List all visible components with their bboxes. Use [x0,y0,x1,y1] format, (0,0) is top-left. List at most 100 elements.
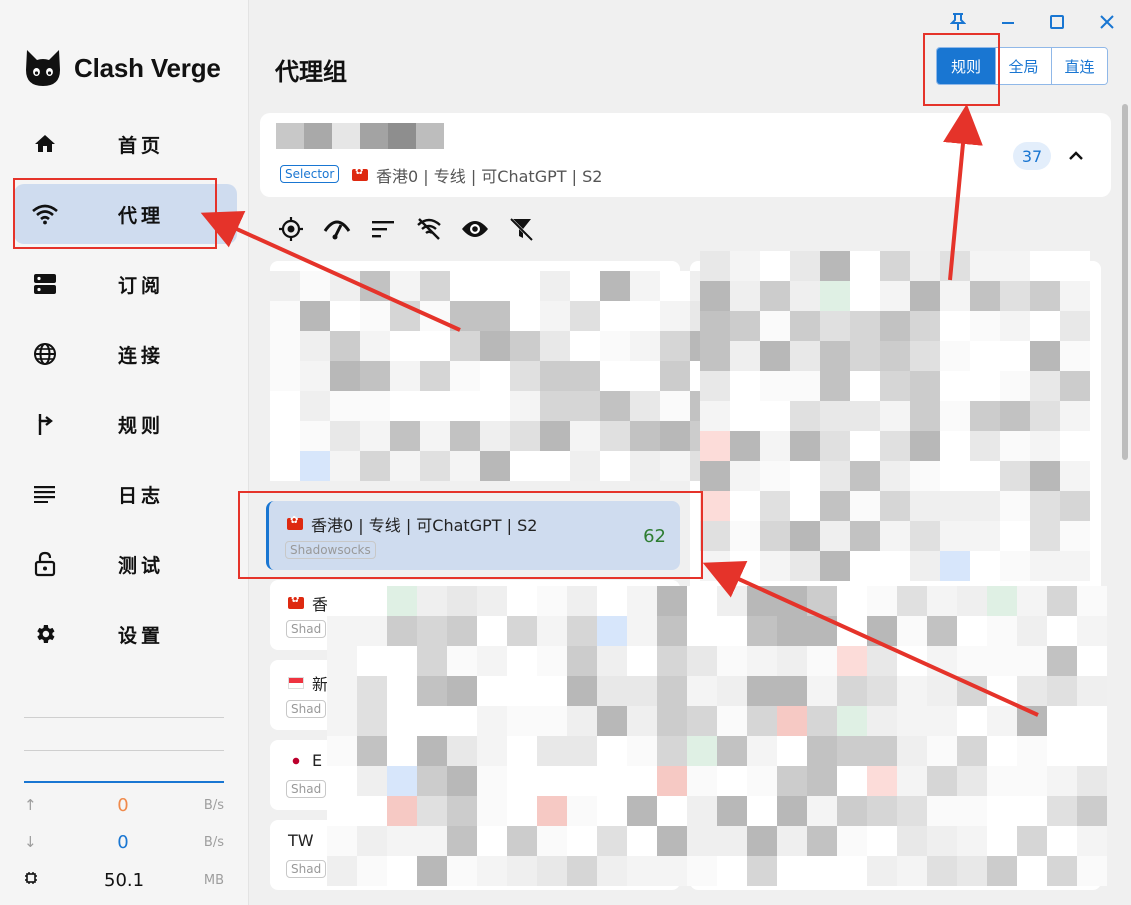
download-speed: ↓ 0 B/s [24,830,224,854]
mosaic-pixel [537,856,567,886]
close-icon[interactable] [1095,10,1119,34]
sidebar-item-connections[interactable]: 连接 [14,324,237,384]
hk-flag-icon [352,166,368,181]
mosaic-pixel [957,676,987,706]
mosaic-pixel [910,551,940,581]
mosaic-pixel [747,706,777,736]
mosaic-pixel [1047,646,1077,676]
mosaic-pixel [327,766,357,796]
mosaic-pixel [777,826,807,856]
speed-test-icon[interactable] [322,214,352,244]
filter-off-icon[interactable] [506,214,536,244]
mosaic-pixel [1047,766,1077,796]
mosaic-pixel [820,461,850,491]
mosaic-pixel [390,421,420,451]
sidebar-item-test[interactable]: 测试 [14,534,237,594]
mosaic-pixel [630,361,660,391]
mosaic-pixel [790,341,820,371]
mosaic-pixel [940,281,970,311]
mosaic-pixel [1060,251,1090,281]
mosaic-pixel [790,461,820,491]
mosaic-pixel [597,676,627,706]
mosaic-pixel [450,421,480,451]
mosaic-pixel [627,766,657,796]
mosaic-pixel [1017,856,1047,886]
mode-rule-button[interactable]: 规则 [937,48,995,84]
mosaic-pixel [1060,431,1090,461]
mosaic-pixel [417,676,447,706]
mosaic-pixel [850,371,880,401]
sidebar-item-logs[interactable]: 日志 [14,464,237,524]
page-title: 代理组 [275,58,347,86]
mosaic-pixel [1047,676,1077,706]
mosaic-pixel [570,361,600,391]
mosaic-pixel [747,826,777,856]
mosaic-pixel [1000,431,1030,461]
mosaic-pixel [1017,586,1047,616]
mosaic-pixel [820,491,850,521]
memory-chip-icon [24,871,48,889]
mosaic-pixel [730,431,760,461]
mosaic-pixel [540,301,570,331]
mosaic-pixel [387,586,417,616]
wifi-off-icon[interactable] [414,214,444,244]
mosaic-pixel [597,796,627,826]
sidebar-item-home[interactable]: 首页 [14,114,237,174]
mosaic-pixel [447,796,477,826]
mosaic-pixel [627,586,657,616]
chevron-up-icon[interactable] [1064,142,1088,170]
scrollbar-thumb[interactable] [1122,104,1128,460]
proxy-type-tag: Shad [286,620,327,638]
minimize-icon[interactable] [996,10,1020,34]
mosaic-pixel [747,676,777,706]
mosaic-pixel [987,586,1017,616]
mosaic-pixel [390,361,420,391]
proxy-type-tag: Shad [286,700,327,718]
mosaic-pixel [957,766,987,796]
mosaic-pixel [477,796,507,826]
mosaic-pixel [897,856,927,886]
mosaic-pixel [627,736,657,766]
mosaic-pixel [540,451,570,481]
mosaic-pixel [1030,281,1060,311]
mosaic-pixel [897,676,927,706]
fork-right-icon [32,411,58,437]
mosaic-pixel [657,586,687,616]
mosaic-pixel [327,616,357,646]
proxy-card-selected[interactable]: 香港0 | 专线 | 可ChatGPT | S2 Shadowsocks 62 [266,501,680,570]
mosaic-pixel [387,826,417,856]
mode-direct-button[interactable]: 直连 [1051,48,1107,84]
mosaic-pixel [420,451,450,481]
sidebar-item-rules[interactable]: 规则 [14,394,237,454]
proxy-name: 香港0 | 专线 | 可ChatGPT | S2 [287,512,537,536]
mosaic-pixel [760,401,790,431]
sort-icon[interactable] [368,214,398,244]
mosaic-pixel [510,361,540,391]
mosaic-pixel [510,271,540,301]
sidebar-item-settings[interactable]: 设置 [14,604,237,664]
globe-icon [32,341,58,367]
locate-icon[interactable] [276,214,306,244]
sidebar-item-proxy[interactable]: 代理 [14,184,237,244]
mosaic-pixel [747,856,777,886]
maximize-icon[interactable] [1045,10,1069,34]
proxy-group-card[interactable]: Selector 香港0 | 专线 | 可ChatGPT | S2 [260,113,1111,197]
mosaic-pixel [450,331,480,361]
proxy-type-tag: Shad [286,780,327,798]
mosaic-pixel [1017,796,1047,826]
mosaic-pixel [390,331,420,361]
arrow-down-icon: ↓ [24,833,37,851]
eye-icon[interactable] [460,214,490,244]
proxy-delay[interactable]: 62 [643,526,666,547]
mosaic-pixel [327,586,357,616]
mosaic-pixel [717,736,747,766]
mosaic-pixel [820,551,850,581]
mosaic-pixel [357,616,387,646]
pin-icon[interactable] [946,10,970,34]
mosaic-pixel [687,646,717,676]
mosaic-pixel [510,331,540,361]
mode-global-button[interactable]: 全局 [995,48,1051,84]
sidebar-item-subscription[interactable]: 订阅 [14,254,237,314]
mosaic-pixel [567,586,597,616]
mosaic-pixel [910,251,940,281]
